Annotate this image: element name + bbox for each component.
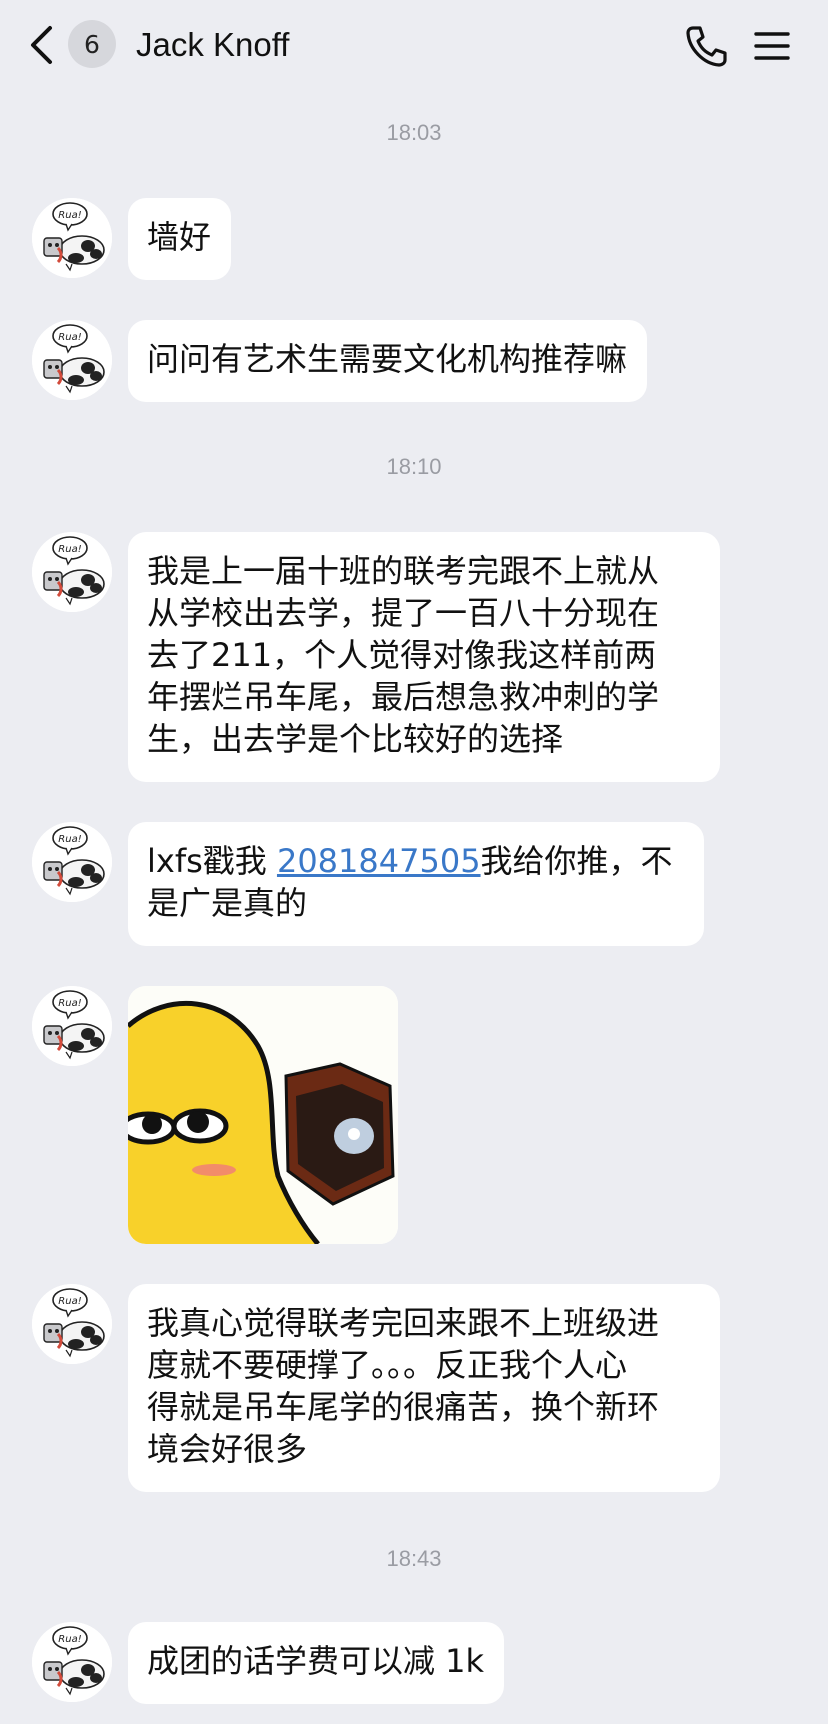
avatar-bubble-text: Rua! [58, 1296, 81, 1307]
qq-number-link[interactable]: 2081847505 [277, 842, 481, 880]
message-bubble[interactable]: 问问有艺术生需要文化机构推荐嘛 [128, 320, 648, 402]
message-bubble[interactable]: 成团的话学费可以减 1k [128, 1622, 505, 1704]
timestamp: 18:03 [386, 120, 442, 145]
message-text-line: 是广是真的 [147, 884, 308, 922]
panda-avatar-icon: Rua! [32, 1284, 112, 1364]
message-text-line: lxfs戳我 2081847505我给你推，不 [147, 840, 684, 882]
panda-avatar-icon: Rua! [32, 532, 112, 612]
chat-header: 6 Jack Knoff [0, 0, 828, 92]
message-text-line: 度就不要硬撑了。。。反正我个人心 [147, 1346, 628, 1384]
sticker-image[interactable] [128, 986, 398, 1244]
panda-avatar-icon: Rua! [32, 320, 112, 400]
call-button[interactable] [684, 24, 728, 68]
back-button[interactable] [26, 24, 56, 66]
sender-avatar[interactable]: Rua! [32, 822, 112, 902]
message-bubble[interactable]: 墙好 [128, 198, 232, 280]
message-text-line: 从学校出去学，提了一百八十分现在 [147, 594, 660, 632]
phone-icon [686, 26, 727, 67]
menu-button[interactable] [752, 26, 792, 66]
panda-avatar-icon: Rua! [32, 198, 112, 278]
message-text-line: 得就是吊车尾学的很痛苦，换个新环 [147, 1388, 660, 1426]
sender-avatar[interactable]: Rua! [32, 1622, 112, 1702]
message-text-line: 生，出去学是个比较好的选择 [147, 720, 564, 758]
menu-icon [754, 32, 790, 60]
sender-avatar[interactable]: Rua! [32, 1284, 112, 1364]
avatar-bubble-text: Rua! [58, 210, 81, 221]
message-text-line: 境会好很多 [147, 1430, 308, 1468]
message-bubble[interactable]: 我真心觉得联考完回来跟不上班级进 度就不要硬撑了。。。反正我个人心 得就是吊车尾… [128, 1284, 720, 1492]
message-text-line: 我真心觉得联考完回来跟不上班级进 [147, 1304, 660, 1342]
sender-avatar[interactable]: Rua! [32, 532, 112, 612]
avatar-bubble-text: Rua! [58, 834, 81, 845]
avatar-bubble-text: Rua! [58, 1634, 81, 1645]
panda-avatar-icon: Rua! [32, 822, 112, 902]
unread-count-badge[interactable]: 6 [68, 20, 116, 68]
timestamp: 18:43 [386, 1546, 442, 1571]
message-bubble[interactable]: lxfs戳我 2081847505我给你推，不 是广是真的 [128, 822, 704, 946]
avatar-bubble-text: Rua! [58, 544, 81, 555]
panda-avatar-icon: Rua! [32, 986, 112, 1066]
chevron-left-icon [31, 26, 52, 64]
panda-avatar-icon: Rua! [32, 1622, 112, 1702]
sender-avatar[interactable]: Rua! [32, 986, 112, 1066]
sticker-drawing [128, 986, 398, 1244]
message-text: 问问有艺术生需要文化机构推荐嘛 [147, 340, 628, 378]
message-text: 成团的话学费可以减 1k [147, 1642, 485, 1680]
message-bubble[interactable]: 我是上一届十班的联考完跟不上就从 从学校出去学，提了一百八十分现在 去了211，… [128, 532, 720, 782]
sender-avatar[interactable]: Rua! [32, 198, 112, 278]
message-text-line: 年摆烂吊车尾，最后想急救冲刺的学 [147, 678, 660, 716]
message-text-line: 我是上一届十班的联考完跟不上就从 [147, 552, 660, 590]
chat-title[interactable]: Jack Knoff [136, 22, 289, 68]
sender-avatar[interactable]: Rua! [32, 320, 112, 400]
avatar-bubble-text: Rua! [58, 332, 81, 343]
avatar-bubble-text: Rua! [58, 998, 81, 1009]
message-text-line: 去了211，个人觉得对像我这样前两 [147, 636, 657, 674]
timestamp: 18:10 [386, 454, 442, 479]
message-text: 我给你推，不 [480, 842, 673, 880]
message-text: lxfs戳我 [147, 842, 277, 880]
message-text: 墙好 [147, 218, 212, 256]
